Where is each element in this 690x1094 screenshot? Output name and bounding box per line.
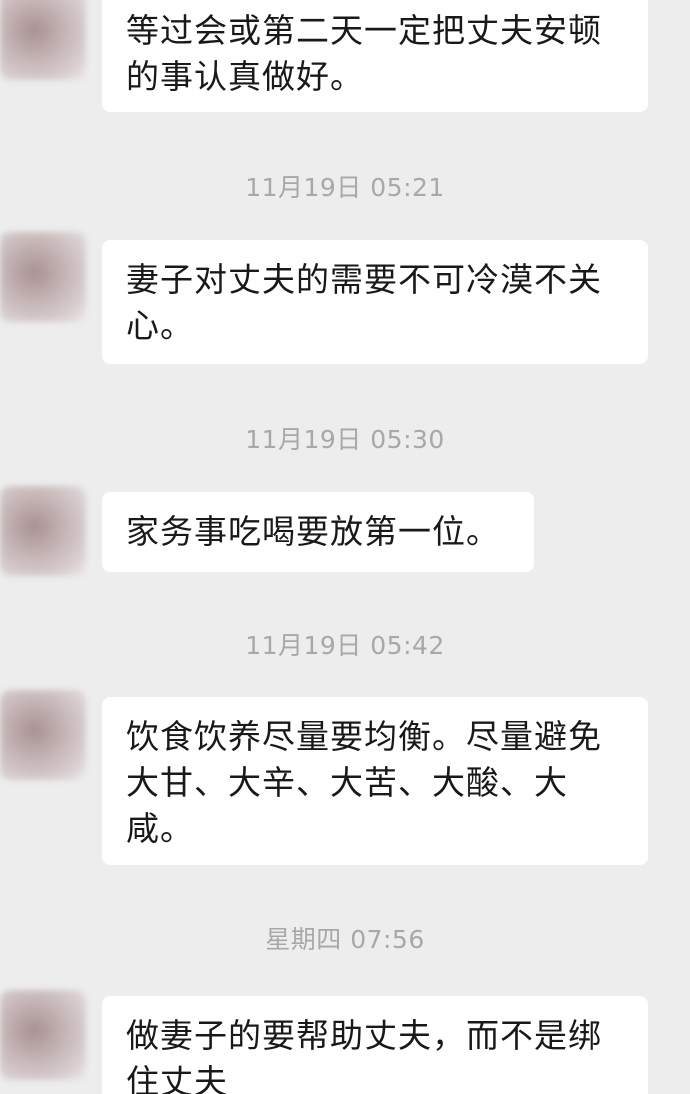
timestamp: 星期四 07:56 <box>265 925 425 954</box>
message-bubble[interactable]: 做妻子的要帮助丈夫，而不是绑住丈夫 <box>102 996 648 1094</box>
avatar[interactable] <box>0 990 86 1080</box>
avatar[interactable] <box>0 232 86 322</box>
avatar[interactable] <box>0 486 86 576</box>
message-text: 妻子对丈夫的需要不可冷漠不关心。 <box>126 260 602 345</box>
message-bubble[interactable]: 家务事吃喝要放第一位。 <box>102 492 534 572</box>
message-text: 等过会或第二天一定把丈夫安顿的事认真做好。 <box>126 11 602 96</box>
timestamp: 11月19日 05:21 <box>245 173 445 202</box>
message-bubble[interactable]: 妻子对丈夫的需要不可冷漠不关心。 <box>102 240 648 364</box>
timestamp: 11月19日 05:42 <box>245 631 445 660</box>
message-text: 家务事吃喝要放第一位。 <box>126 512 500 551</box>
message-bubble[interactable]: 等过会或第二天一定把丈夫安顿的事认真做好。 <box>102 0 648 112</box>
message-bubble[interactable]: 饮食饮养尽量要均衡。尽量避免大甘、大辛、大苦、大酸、大咸。 <box>102 697 648 865</box>
timestamp: 11月19日 05:30 <box>245 425 445 454</box>
message-text: 饮食饮养尽量要均衡。尽量避免大甘、大辛、大苦、大酸、大咸。 <box>126 717 602 848</box>
message-text: 做妻子的要帮助丈夫，而不是绑住丈夫 <box>126 1016 602 1094</box>
avatar[interactable] <box>0 0 86 80</box>
avatar[interactable] <box>0 690 86 780</box>
chat-screen: 等过会或第二天一定把丈夫安顿的事认真做好。 11月19日 05:21 妻子对丈夫… <box>0 0 690 1094</box>
